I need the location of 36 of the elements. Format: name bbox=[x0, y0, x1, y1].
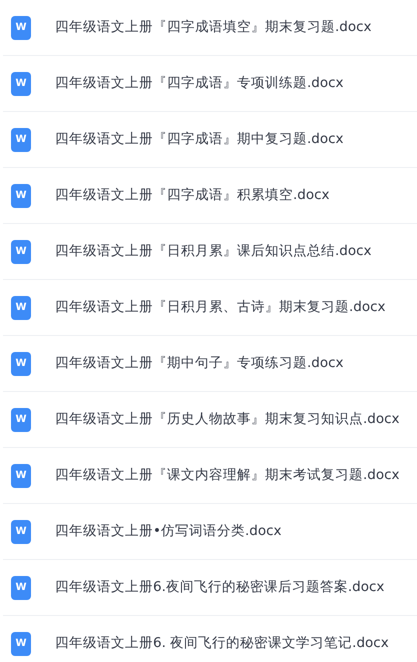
file-name: 四年级语文上册6. 夜间飞行的秘密课文学习笔记.docx bbox=[55, 634, 389, 654]
document-icon: W bbox=[11, 352, 31, 376]
file-name: 四年级语文上册『课文内容理解』期末考试复习题.docx bbox=[55, 466, 400, 486]
file-row[interactable]: W 四年级语文上册•仿写词语分类.docx bbox=[3, 504, 417, 560]
file-name: 四年级语文上册『期中句子』专项练习题.docx bbox=[55, 354, 344, 374]
file-row[interactable]: W 四年级语文上册『历史人物故事』期末复习知识点.docx bbox=[3, 392, 417, 448]
file-row[interactable]: W 四年级语文上册『四字成语』积累填空.docx bbox=[3, 168, 417, 224]
document-icon: W bbox=[11, 184, 31, 208]
document-icon: W bbox=[11, 240, 31, 264]
file-name: 四年级语文上册『四字成语填空』期末复习题.docx bbox=[55, 18, 372, 38]
document-icon: W bbox=[11, 72, 31, 96]
document-icon: W bbox=[11, 632, 31, 656]
file-name: 四年级语文上册『日积月累』课后知识点总结.docx bbox=[55, 242, 372, 262]
file-name: 四年级语文上册『四字成语』积累填空.docx bbox=[55, 186, 330, 206]
document-icon: W bbox=[11, 576, 31, 600]
file-row[interactable]: W 四年级语文上册『日积月累、古诗』期末复习题.docx bbox=[3, 280, 417, 336]
file-row[interactable]: W 四年级语文上册6.夜间飞行的秘密课后习题答案.docx bbox=[3, 560, 417, 616]
file-row[interactable]: W 四年级语文上册『四字成语填空』期末复习题.docx bbox=[3, 0, 417, 56]
file-name: 四年级语文上册『日积月累、古诗』期末复习题.docx bbox=[55, 298, 386, 318]
file-row[interactable]: W 四年级语文上册6. 夜间飞行的秘密课文学习笔记.docx bbox=[3, 616, 417, 662]
file-name: 四年级语文上册6.夜间飞行的秘密课后习题答案.docx bbox=[55, 578, 384, 598]
document-icon: W bbox=[11, 16, 31, 40]
file-row[interactable]: W 四年级语文上册『四字成语』期中复习题.docx bbox=[3, 112, 417, 168]
file-name: 四年级语文上册『历史人物故事』期末复习知识点.docx bbox=[55, 410, 400, 430]
file-name: 四年级语文上册『四字成语』专项训练题.docx bbox=[55, 74, 344, 94]
file-name: 四年级语文上册『四字成语』期中复习题.docx bbox=[55, 130, 344, 150]
file-row[interactable]: W 四年级语文上册『课文内容理解』期末考试复习题.docx bbox=[3, 448, 417, 504]
file-row[interactable]: W 四年级语文上册『四字成语』专项训练题.docx bbox=[3, 56, 417, 112]
document-icon: W bbox=[11, 296, 31, 320]
document-icon: W bbox=[11, 408, 31, 432]
document-icon: W bbox=[11, 464, 31, 488]
document-icon: W bbox=[11, 128, 31, 152]
file-row[interactable]: W 四年级语文上册『日积月累』课后知识点总结.docx bbox=[3, 224, 417, 280]
document-icon: W bbox=[11, 520, 31, 544]
file-name: 四年级语文上册•仿写词语分类.docx bbox=[55, 522, 282, 542]
file-row[interactable]: W 四年级语文上册『期中句子』专项练习题.docx bbox=[3, 336, 417, 392]
